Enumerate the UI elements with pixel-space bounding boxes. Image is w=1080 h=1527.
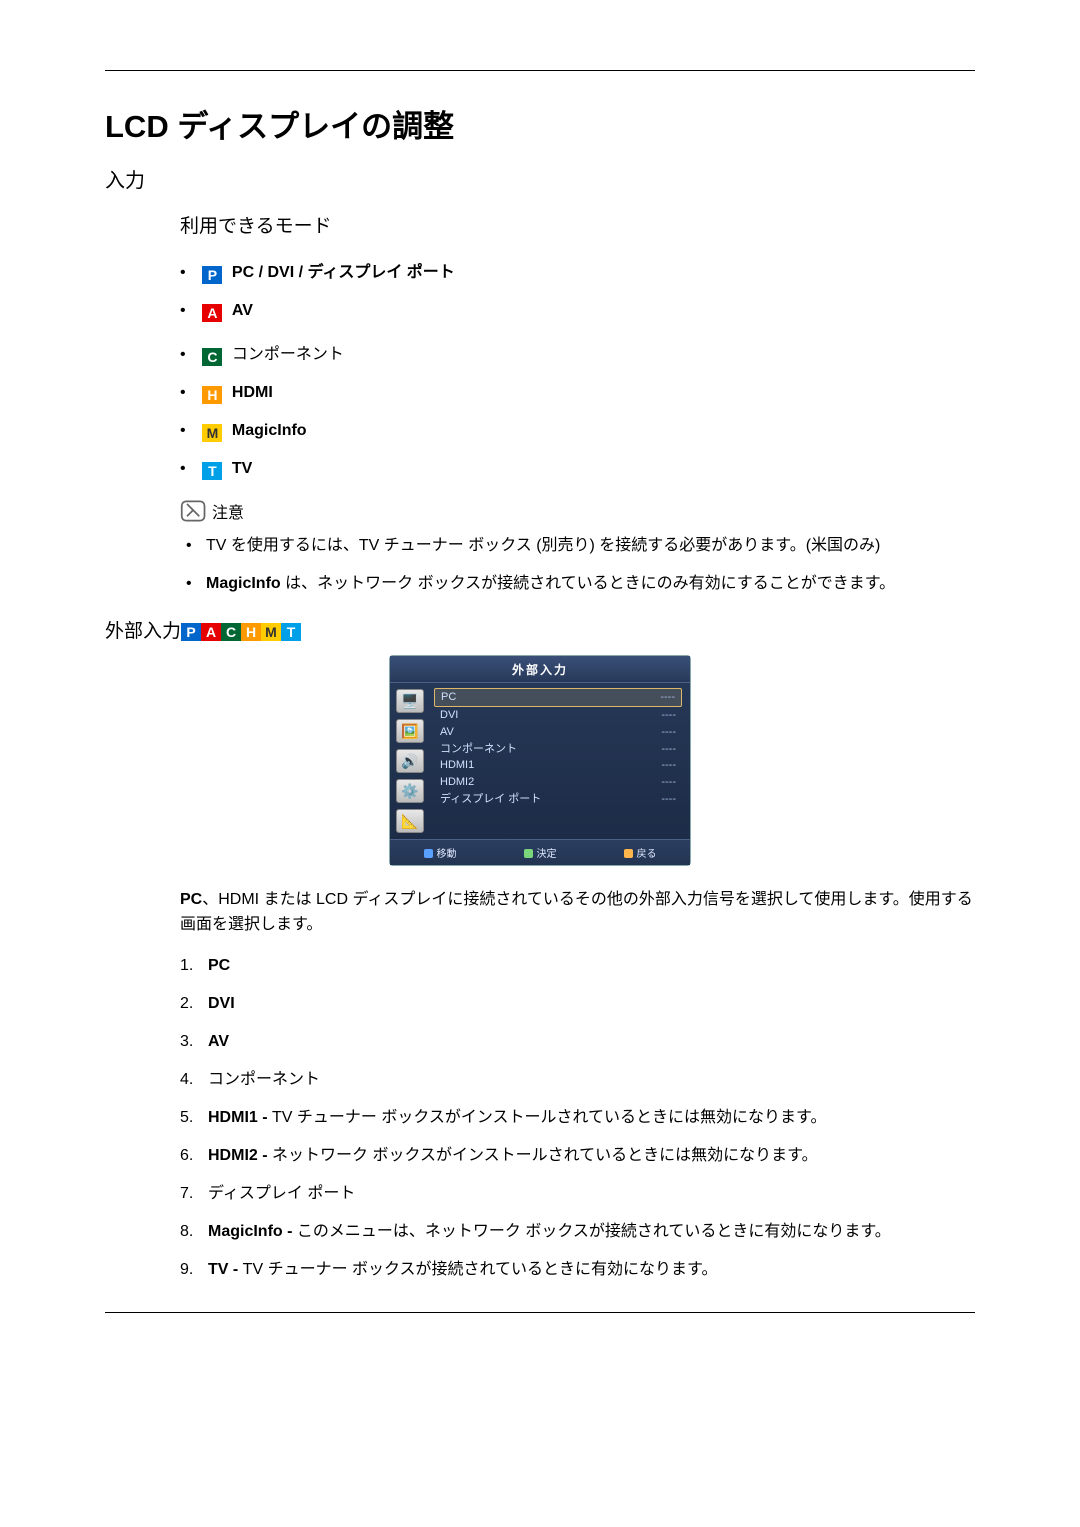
external-input-heading: 外部入力 — [105, 616, 181, 643]
osd-row[interactable]: AV ---- — [434, 724, 682, 741]
list-item: PC — [180, 954, 975, 978]
external-input-description: PC、HDMI または LCD ディスプレイに接続されているその他の外部入力信号… — [180, 888, 975, 938]
osd-move-hint: 移動 — [424, 845, 457, 860]
osd-return-hint: 戻る — [624, 845, 657, 860]
osd-side-icon: ⚙️ — [396, 779, 424, 803]
t-icon: T — [202, 462, 222, 480]
osd-row[interactable]: コンポーネント ---- — [434, 741, 682, 758]
m-icon: M — [261, 623, 281, 641]
mode-label: MagicInfo — [232, 422, 307, 439]
list-item: TV - TV チューナー ボックスが接続されているときに有効になります。 — [180, 1258, 975, 1282]
note-heading: 注意 — [180, 498, 975, 524]
list-item: HDMI1 - TV チューナー ボックスがインストールされているときには無効に… — [180, 1106, 975, 1130]
osd-footer: 移動 決定 戻る — [390, 839, 690, 865]
note-item: MagicInfo は、ネットワーク ボックスが接続されているときにのみ有効にす… — [180, 572, 975, 596]
osd-side-icon: 🖼️ — [396, 719, 424, 743]
section-input-heading: 入力 — [105, 164, 975, 193]
c-icon: C — [221, 623, 241, 641]
list-item: HDMI2 - ネットワーク ボックスがインストールされているときには無効になり… — [180, 1144, 975, 1168]
osd-side-icon: 🖥️ — [396, 689, 424, 713]
mode-item: • C コンポーネント — [180, 340, 975, 366]
rule-top — [105, 70, 975, 71]
osd-enter-hint: 決定 — [524, 845, 557, 860]
mode-item: • A AV — [180, 302, 975, 322]
osd-side-icon: 🔊 — [396, 749, 424, 773]
note-label: 注意 — [212, 499, 244, 523]
list-item: DVI — [180, 992, 975, 1016]
osd-row[interactable]: DVI ---- — [434, 707, 682, 724]
mode-item: • T TV — [180, 460, 975, 480]
notes-list: TV を使用するには、TV チューナー ボックス (別売り) を接続する必要があ… — [180, 534, 975, 596]
osd-panel: 外部入力 🖥️ 🖼️ 🔊 ⚙️ 📐 PC ---- DVI - — [389, 655, 691, 866]
modes-list: • P PC / DVI / ディスプレイ ポート • A AV • C コンポ… — [180, 258, 975, 480]
m-icon: M — [202, 424, 222, 442]
t-icon: T — [281, 623, 301, 641]
note-icon — [180, 498, 208, 524]
osd-side-icon: 📐 — [396, 809, 424, 833]
mode-label: PC / DVI / ディスプレイ ポート — [232, 264, 455, 281]
h-icon: H — [241, 623, 261, 641]
osd-sidebar: 🖥️ 🖼️ 🔊 ⚙️ 📐 — [390, 683, 430, 839]
osd-row[interactable]: ディスプレイ ポート ---- — [434, 791, 682, 808]
c-icon: C — [202, 348, 222, 366]
available-modes-heading: 利用できるモード — [180, 211, 975, 238]
h-icon: H — [202, 386, 222, 404]
mode-item: • M MagicInfo — [180, 422, 975, 442]
rule-bottom — [105, 1312, 975, 1313]
p-icon: P — [181, 623, 201, 641]
osd-row[interactable]: PC ---- — [434, 688, 682, 707]
a-icon: A — [202, 304, 222, 322]
page-title: LCD ディスプレイの調整 — [105, 101, 975, 146]
mode-label: コンポーネント — [232, 346, 344, 363]
osd-row[interactable]: HDMI2 ---- — [434, 774, 682, 791]
a-icon: A — [201, 623, 221, 641]
mode-label: HDMI — [232, 384, 273, 401]
p-icon: P — [202, 266, 222, 284]
osd-row[interactable]: HDMI1 ---- — [434, 757, 682, 774]
mode-label: TV — [232, 460, 252, 477]
list-item: ディスプレイ ポート — [180, 1182, 975, 1206]
list-item: AV — [180, 1030, 975, 1054]
mode-label: AV — [232, 302, 253, 319]
list-item: コンポーネント — [180, 1068, 975, 1092]
osd-title: 外部入力 — [390, 656, 690, 683]
mode-item: • H HDMI — [180, 384, 975, 404]
note-item: TV を使用するには、TV チューナー ボックス (別売り) を接続する必要があ… — [180, 534, 975, 558]
osd-list: PC ---- DVI ---- AV ---- コンポーネント ---- — [430, 683, 690, 839]
mode-icon-row: PACHMT — [181, 618, 301, 641]
mode-item: • P PC / DVI / ディスプレイ ポート — [180, 258, 975, 284]
list-item: MagicInfo - このメニューは、ネットワーク ボックスが接続されていると… — [180, 1220, 975, 1244]
inputs-list: PC DVI AV コンポーネント HDMI1 - TV チューナー ボックスが… — [180, 954, 975, 1282]
